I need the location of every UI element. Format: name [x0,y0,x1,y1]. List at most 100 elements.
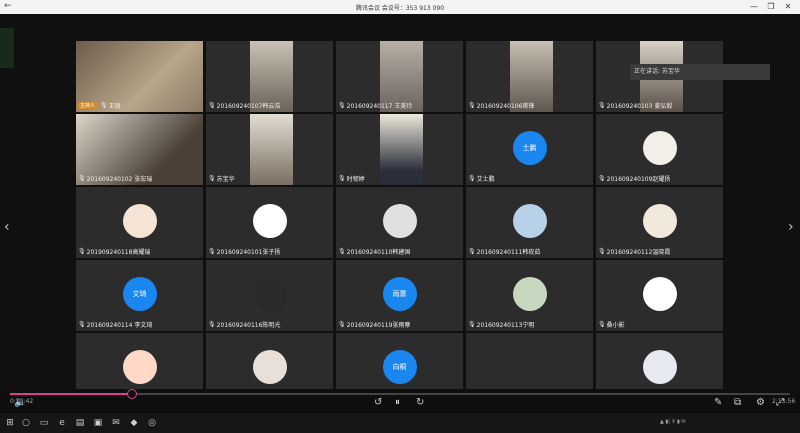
mic-icon: 🎙 [338,321,346,328]
participant-tile[interactable]: 🎙 201609240112温晓霞 [596,187,723,258]
participant-label: 🎙 苏宝华 [208,174,235,183]
participant-name: 桑小影 [606,322,625,329]
mic-icon: 🎙 [208,102,216,109]
edge-browser-icon[interactable]: e [56,417,68,429]
participant-tile[interactable]: 文琦 🎙 201609240114 李文琦 [76,260,203,331]
edit-icon[interactable]: ✎ [714,397,722,408]
avatar [642,277,677,312]
avatar [512,204,547,239]
participant-name: 201609240107韩云浩 [216,103,281,110]
app-icon[interactable]: ◆ [128,417,140,429]
participant-tile[interactable]: 🎙 201609240109赵耀扬 [596,114,723,185]
meeting-stage: 主持人 🎙 王朋 🎙 201609240107韩云浩 🎙 201609240117 王美玲 🎙… [0,14,800,404]
participant-name: 时韧婷 [346,176,365,183]
screenshot-icon[interactable]: ⧉ [734,397,741,408]
mail-icon[interactable]: ✉ [110,417,122,429]
mic-icon: 🎙 [78,321,86,328]
participant-label: 🎙 201909240118高耀瑞 [78,247,150,256]
participant-label: 🎙 201609240117 王美玲 [338,101,412,110]
next-page-icon[interactable]: › [788,219,794,235]
task-view-icon[interactable]: ▭ [38,417,50,429]
avatar [382,204,417,239]
mic-icon: 🎙 [468,321,476,328]
participant-name: 201609240117 王美玲 [346,103,413,110]
participant-name: 201609240111韩玫茹 [476,249,541,256]
pause-icon[interactable]: ⏸ [395,397,400,408]
participant-tile[interactable]: 🎙 201909240118高耀瑞 [76,187,203,258]
mic-icon: 🎙 [468,102,476,109]
avatar-initials: 文琦 [122,277,157,312]
participant-name: 201609240102 张宏瑞 [86,176,153,183]
mic-icon: 🎙 [338,175,346,182]
participant-tile[interactable]: 主持人 🎙 王朋 [76,41,203,112]
avatar [252,277,287,312]
participant-tile[interactable]: 🎙 时韧婷 [336,114,463,185]
host-badge: 主持人 [78,102,98,109]
title-bar: ← 腾讯会议 会议号：353 913 090 — ❐ ✕ [0,0,800,14]
participant-label: 🎙 201609240110韩建国 [338,247,410,256]
settings-icon[interactable]: ⚙ [756,397,765,408]
mic-icon: 🎙 [598,248,606,255]
video-feed [250,114,293,185]
participant-tile[interactable]: 雨寨 🎙 201609240119张雨寨 [336,260,463,331]
system-tray[interactable]: ▲ ◧ ⚲ ▮ ✉ [660,419,686,425]
participant-tile[interactable]: 🎙 201609240106蒋锋 [466,41,593,112]
mic-icon: 🎙 [208,321,216,328]
participant-label: 🎙 201609240111韩玫茹 [468,247,540,256]
participant-tile[interactable]: 🎙 201609240101张子扬 [206,187,333,258]
participant-label: 🎙 201609240109赵耀扬 [598,174,670,183]
meeting-app-icon[interactable]: ◎ [146,417,158,429]
participant-label: 🎙 201609240112温晓霞 [598,247,670,256]
participant-name: 苏宝华 [216,176,235,183]
participant-tile[interactable]: 🎙 201609240107韩云浩 [206,41,333,112]
fullscreen-icon[interactable]: ⤢ [776,397,784,408]
participant-tile[interactable]: 🎙 201609240113宁明 [466,260,593,331]
participant-tile[interactable]: 🎙 201609240117 王美玲 [336,41,463,112]
mic-icon: 🎙 [598,321,606,328]
participant-name: 201609240106蒋锋 [476,103,535,110]
restore-icon[interactable]: ❐ [764,2,778,11]
participant-tile[interactable]: 士鹏 🎙 艾士鹏 [466,114,593,185]
minimize-icon[interactable]: — [747,2,761,11]
mic-icon: 🎙 [208,248,216,255]
avatar-initials: 雨寨 [382,277,417,312]
forward-icon[interactable]: ↻ [416,397,424,408]
participant-tile[interactable]: 🎙 201609240111韩玫茹 [466,187,593,258]
seek-progress [10,393,131,395]
mic-icon: 🎙 [598,175,606,182]
participant-name: 201609240110韩建国 [346,249,411,256]
mic-icon: 🎙 [468,175,476,182]
participant-tile[interactable]: 🎙 201609240110韩建国 [336,187,463,258]
player-controls: 0:20:42 2:13:56 🔈 ↺ ⏸ ↻ ✎ ⧉ ⚙ ⤢ [0,389,800,413]
participant-label: 🎙 201609240103 姜弘毅 [598,101,672,110]
speaking-indicator: 正在讲话: 苏宝华 [630,64,770,80]
participant-label: 🎙 艾士鹏 [468,174,495,183]
rewind-icon[interactable]: ↺ [374,397,382,408]
participant-label: 🎙 201609240102 张宏瑞 [78,174,152,183]
participant-name: 201609240109赵耀扬 [606,176,671,183]
prev-page-icon[interactable]: ‹ [4,219,10,235]
participant-tile[interactable]: 🎙 苏宝华 [206,114,333,185]
close-icon[interactable]: ✕ [781,2,795,11]
participant-label: 🎙 桑小影 [598,320,625,329]
participant-label: 🎙 201609240116陈明光 [208,320,280,329]
mic-icon: 🎙 [338,248,346,255]
file-explorer-icon[interactable]: ▤ [74,417,86,429]
participant-tile[interactable]: 🎙 201609240116陈明光 [206,260,333,331]
windows-start-icon[interactable]: ⊞ [4,417,16,429]
participant-name: 201609240119张雨寨 [346,322,411,329]
store-icon[interactable]: ▣ [92,417,104,429]
avatar [642,131,677,166]
participant-label: 主持人 🎙 王朋 [78,101,121,110]
participant-name: 201609240116陈明光 [216,322,281,329]
seek-handle[interactable] [126,389,137,399]
search-icon[interactable]: ○ [20,417,32,429]
participant-tile[interactable]: 🎙 201609240102 张宏瑞 [76,114,203,185]
participant-label: 🎙 201609240113宁明 [468,320,534,329]
participant-label: 🎙 201609240101张子扬 [208,247,280,256]
avatar [122,350,157,385]
participant-label: 🎙 201609240107韩云浩 [208,101,280,110]
participant-name: 201609240112温晓霞 [606,249,671,256]
volume-icon[interactable]: 🔈 [14,397,26,408]
participant-tile[interactable]: 🎙 桑小影 [596,260,723,331]
